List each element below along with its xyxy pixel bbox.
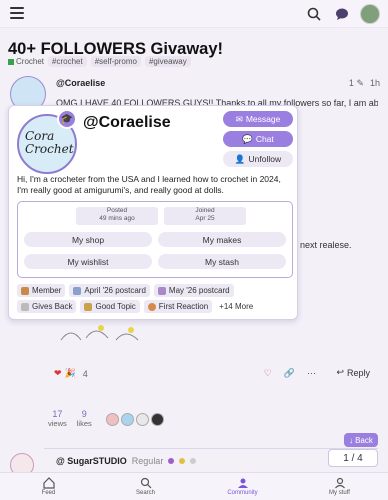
edit-count[interactable]: 1 ✎ (349, 78, 364, 89)
category-label: Crochet (16, 57, 45, 66)
reply-button[interactable]: ↩ Reply (336, 367, 370, 378)
back-arrow-icon: ↓ (349, 435, 354, 445)
my-wishlist-button[interactable]: My wishlist (24, 254, 152, 269)
chat-icon: 💬 (242, 133, 253, 144)
reply-icon: ↩ (336, 367, 344, 377)
status-dot-icon (168, 458, 175, 464)
views-stat: 17 views (48, 409, 67, 429)
post-age[interactable]: 1h (370, 78, 380, 89)
post-username[interactable]: @Coraelise (56, 78, 105, 88)
post-actions: ❤ 🎉 4 ♡ 🔗 ⋯ ↩ Reply (54, 367, 374, 383)
post-text-release: next realese. (300, 240, 352, 250)
envelope-icon: ✉ (235, 113, 243, 124)
nav-community[interactable]: Community (194, 473, 291, 500)
nav-feed[interactable]: Feed (0, 473, 97, 500)
topic-tags: Crochet #crochet #self-promo #giveaway (8, 56, 191, 67)
nav-search[interactable]: Search (97, 473, 194, 500)
unfollow-icon: 👤 (234, 153, 246, 164)
post-image[interactable] (56, 322, 156, 344)
posted-stat: Posted 49 mins ago (76, 207, 158, 225)
user-badges: Member April '26 postcard May '26 postca… (17, 284, 297, 313)
chat-button[interactable]: 💬 Chat (223, 131, 293, 147)
more-badges-link[interactable]: +14 More (216, 300, 256, 313)
party-icon: 🎉 (64, 368, 76, 378)
member-badge-icon (21, 286, 29, 295)
badge-april-postcard[interactable]: April '26 postcard (69, 284, 150, 297)
header-icons (304, 4, 380, 24)
heart-icon (179, 458, 186, 464)
participant-avatar[interactable] (135, 412, 149, 426)
message-button[interactable]: ✉ Message (223, 111, 293, 127)
joined-value: Apr 25 (195, 215, 215, 222)
next-post-header: @ SugarSTUDIO Regular (56, 456, 197, 466)
topic-stats: 17 views 9 likes (48, 410, 164, 428)
badge-good-topic[interactable]: Good Topic (80, 300, 140, 313)
unfollow-button[interactable]: 👤 Unfollow (223, 151, 293, 167)
postcard-badge-icon (73, 286, 82, 295)
page-counter[interactable]: 1 / 4 (328, 449, 378, 467)
bottom-nav: Feed Search Community My stuff (0, 472, 388, 500)
topic-badge-icon (84, 302, 93, 311)
tag-self-promo[interactable]: #self-promo (90, 56, 141, 67)
action-icons: ♡ 🔗 ⋯ (264, 368, 316, 379)
top-bar (0, 0, 388, 28)
more-icon[interactable]: ⋯ (307, 368, 316, 379)
user-bio: Hi, I'm a crocheter from the USA and I l… (17, 174, 281, 195)
search-icon (140, 477, 151, 489)
badge-first-reaction[interactable]: First Reaction (143, 300, 213, 313)
joined-label: Joined (195, 207, 215, 214)
tag-crochet[interactable]: #crochet (48, 56, 87, 67)
reaction-count: 4 (82, 368, 88, 379)
divider (44, 448, 378, 449)
badge-member[interactable]: Member (17, 284, 66, 297)
pencil-icon: ✎ (353, 78, 364, 88)
joined-stat: Joined Apr 25 (164, 207, 246, 225)
next-post-username[interactable]: @ SugarSTUDIO (56, 456, 127, 466)
heart-icon: ❤ (54, 368, 62, 378)
heart-badge-icon (21, 302, 29, 311)
community-icon (237, 478, 248, 488)
home-icon (42, 477, 55, 489)
reaction-badge-icon (147, 302, 156, 311)
user-avatar[interactable] (360, 4, 380, 24)
link-icon[interactable]: 🔗 (284, 368, 295, 379)
participant-avatars (105, 412, 164, 426)
my-shop-button[interactable]: My shop (24, 232, 152, 247)
chat-bubble-icon[interactable] (332, 4, 352, 24)
graduation-cap-icon: 🎓 (57, 109, 77, 129)
post-meta: 1 ✎ 1h (349, 78, 380, 89)
user-card: Cora Crochets 🎓 @Coraelise ✉ Message 💬 Chat… (8, 105, 298, 320)
tag-giveaway[interactable]: #giveaway (144, 56, 191, 67)
category-color-icon (8, 58, 14, 65)
back-button[interactable]: ↓ Back (344, 433, 378, 447)
flower-icon (190, 458, 197, 464)
like-heart-icon[interactable]: ♡ (264, 368, 272, 379)
reactions[interactable]: ❤ 🎉 4 (54, 368, 88, 379)
badge-may-postcard[interactable]: May '26 postcard (153, 284, 234, 297)
search-icon[interactable] (304, 4, 324, 24)
user-stats-box: Posted 49 mins ago Joined Apr 25 My shop… (17, 201, 293, 278)
badge-gives-back[interactable]: Gives Back (17, 300, 77, 313)
posted-value: 49 mins ago (99, 215, 135, 222)
participant-avatar[interactable] (105, 412, 119, 426)
nav-my-stuff[interactable]: My stuff (291, 473, 388, 500)
my-stash-button[interactable]: My stash (158, 254, 286, 269)
hamburger-icon[interactable] (10, 7, 24, 19)
participant-avatar[interactable] (150, 412, 164, 426)
likes-stat: 9 likes (76, 409, 92, 429)
participant-avatar[interactable] (120, 412, 134, 426)
logo-text: Cora Crochets (25, 129, 77, 156)
my-makes-button[interactable]: My makes (158, 232, 286, 247)
user-card-name[interactable]: @Coraelise (83, 114, 171, 132)
category-link[interactable]: Crochet (8, 57, 44, 66)
posted-label: Posted (106, 207, 128, 214)
next-post-role: Regular (131, 456, 164, 466)
postcard-badge-icon (157, 286, 166, 295)
user-icon (334, 477, 345, 489)
